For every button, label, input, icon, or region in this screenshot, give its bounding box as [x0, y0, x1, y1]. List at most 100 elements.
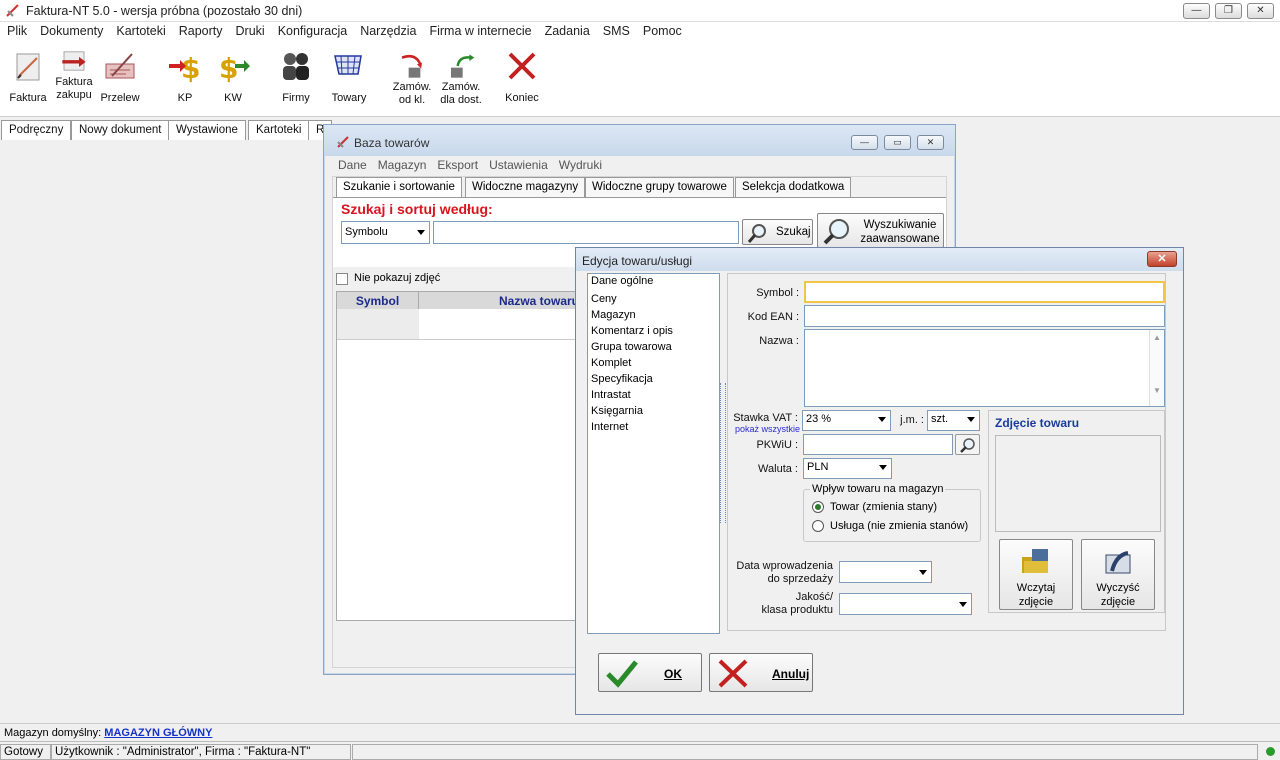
quality-label: Jakość/klasa produktu [726, 591, 833, 617]
photo-preview [995, 435, 1161, 532]
advanced-search-label-1: Wyszukiwanie [863, 219, 937, 231]
cancel-label: Anuluj [772, 667, 810, 681]
column-header-symbol[interactable]: Symbol [337, 292, 419, 309]
menu-zadania[interactable]: Zadania [538, 22, 596, 38]
ean-input[interactable] [804, 305, 1165, 327]
cancel-button[interactable]: Anuluj [709, 653, 813, 692]
tab-widoczne-magazyny[interactable]: Widoczne magazyny [465, 177, 586, 197]
status-ready: Gotowy [0, 744, 51, 760]
tab-widoczne-grupy[interactable]: Widoczne grupy towarowe [585, 177, 734, 197]
tab-nowy-dokument[interactable]: Nowy dokument [71, 120, 170, 140]
table-row[interactable] [337, 309, 419, 339]
advanced-search-button[interactable]: Wyszukiwanie zaawansowane [817, 213, 944, 248]
koniec-button[interactable]: Koniec [502, 48, 542, 105]
folder-image-icon [1022, 549, 1048, 573]
faktura-button[interactable]: Faktura [6, 48, 50, 105]
pkwiu-input[interactable] [803, 434, 953, 455]
zamow-od-klienta-button[interactable]: Zamów. od kl. [390, 52, 434, 107]
currency-select[interactable]: PLN [803, 458, 892, 479]
radio-towar[interactable] [812, 501, 824, 513]
vat-show-all-link[interactable]: pokaż wszystkie [724, 424, 800, 434]
zamow-dla-dostawcy-label-1: Zamów. [441, 81, 481, 93]
section-specyfikacja[interactable]: Specyfikacja [588, 372, 719, 388]
chevron-down-icon [879, 465, 887, 470]
name-textarea[interactable]: ▲ ▼ [804, 329, 1165, 407]
sort-field-select[interactable]: Symbolu [341, 221, 430, 244]
close-icon[interactable]: ✕ [1147, 251, 1177, 267]
load-photo-button[interactable]: Wczytaj zdjęcie [999, 539, 1073, 610]
checkmark-icon [606, 660, 638, 688]
menu-firma-w-internecie[interactable]: Firma w internecie [422, 22, 537, 38]
close-button[interactable]: ✕ [1247, 3, 1274, 19]
menu-plik[interactable]: Plik [0, 22, 33, 38]
menu-narzedzia[interactable]: Narzędzia [353, 22, 422, 38]
section-ksiegarnia[interactable]: Księgarnia [588, 404, 719, 420]
unit-select[interactable]: szt. [927, 410, 980, 431]
baza-maximize-button[interactable]: ▭ [884, 135, 911, 150]
chevron-down-icon [959, 602, 967, 607]
load-photo-label-1: Wczytaj [1016, 582, 1056, 594]
zamow-dla-dostawcy-button[interactable]: Zamów. dla dost. [438, 52, 484, 107]
warehouse-link[interactable]: MAGAZYN GŁÓWNY [104, 727, 212, 739]
section-internet[interactable]: Internet [588, 420, 719, 436]
baza-menu-ustawienia[interactable]: Ustawienia [483, 156, 553, 172]
menu-pomoc[interactable]: Pomoc [636, 22, 688, 38]
section-magazyn[interactable]: Magazyn [588, 308, 719, 324]
search-input[interactable] [433, 221, 739, 244]
restore-button[interactable]: ❐ [1215, 3, 1242, 19]
quality-select[interactable] [839, 593, 972, 615]
menu-raporty[interactable]: Raporty [172, 22, 229, 38]
date-select[interactable] [839, 561, 932, 583]
menu-konfiguracja[interactable]: Konfiguracja [271, 22, 354, 38]
section-komplet[interactable]: Komplet [588, 356, 719, 372]
no-photos-checkbox[interactable] [336, 273, 348, 285]
tab-kartoteki[interactable]: Kartoteki [248, 120, 310, 140]
minimize-button[interactable]: — [1183, 3, 1210, 19]
section-dane-ogolne[interactable]: Dane ogólne [591, 275, 653, 287]
name-scrollbar[interactable]: ▲ ▼ [1149, 330, 1164, 406]
pkwiu-search-button[interactable] [955, 434, 980, 455]
szukaj-button[interactable]: Szukaj [742, 219, 813, 245]
towary-button[interactable]: Towary [326, 48, 372, 105]
baza-menu-magazyn[interactable]: Magazyn [372, 156, 432, 172]
zamow-od-klienta-label-1: Zamów. [392, 81, 432, 93]
eraser-icon [1105, 551, 1131, 574]
baza-menu-dane[interactable]: Dane [332, 156, 372, 172]
kw-button[interactable]: $ KW [214, 48, 252, 105]
section-intrastat[interactable]: Intrastat [588, 388, 719, 404]
baza-menu-wydruki[interactable]: Wydruki [553, 156, 607, 172]
radio-towar-label: Towar (zmienia stany) [830, 501, 937, 513]
menu-dokumenty[interactable]: Dokumenty [33, 22, 109, 38]
baza-minimize-button[interactable]: — [851, 135, 878, 150]
photo-title: Zdjęcie towaru [995, 416, 1080, 430]
zamow-dla-dostawcy-label-2: dla dost. [440, 94, 482, 106]
baza-close-button[interactable]: ✕ [917, 135, 944, 150]
splitter-handle[interactable] [720, 383, 726, 523]
section-list[interactable]: Dane ogólne Ceny Magazyn Komentarz i opi… [587, 273, 720, 634]
ok-button[interactable]: OK [598, 653, 702, 692]
clear-photo-button[interactable]: Wyczyść zdjęcie [1081, 539, 1155, 610]
name-label: Nazwa : [759, 335, 799, 347]
tab-podreczny[interactable]: Podręczny [1, 120, 72, 140]
section-grupa-towarowa[interactable]: Grupa towarowa [588, 340, 719, 356]
warehouse-label: Magazyn domyślny: [4, 727, 102, 739]
section-ceny[interactable]: Ceny [588, 292, 719, 308]
date-label: Data wprowadzenia do sprzedaży [726, 560, 833, 586]
magnifier-icon [960, 438, 975, 453]
tab-selekcja[interactable]: Selekcja dodatkowa [735, 177, 852, 197]
radio-usluga[interactable] [812, 520, 824, 532]
baza-menu-eksport[interactable]: Eksport [431, 156, 483, 172]
menu-kartoteki[interactable]: Kartoteki [109, 22, 171, 38]
firmy-button[interactable]: Firmy [276, 48, 316, 105]
szukaj-label: Szukaj [776, 226, 811, 238]
symbol-input[interactable] [804, 281, 1165, 303]
przelew-button[interactable]: Przelew [97, 48, 143, 105]
menu-druki[interactable]: Druki [229, 22, 271, 38]
kp-button[interactable]: $ KP [166, 48, 204, 105]
tab-szukanie[interactable]: Szukanie i sortowanie [336, 177, 462, 198]
section-komentarz[interactable]: Komentarz i opis [588, 324, 719, 340]
vat-select[interactable]: 23 % [802, 410, 891, 431]
menu-sms[interactable]: SMS [596, 22, 636, 38]
tab-wystawione[interactable]: Wystawione [168, 120, 246, 140]
faktura-zakupu-button[interactable]: Faktura zakupu [52, 48, 96, 102]
